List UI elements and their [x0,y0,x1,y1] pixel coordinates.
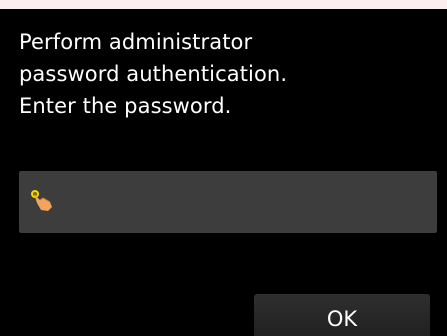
instruction-line-2: password authentication. [19,62,288,86]
ok-button[interactable]: OK [254,294,430,336]
password-input[interactable] [19,171,437,233]
instruction-line-1: Perform administrator [19,30,253,54]
instruction-message: Perform administrator password authentic… [19,26,429,122]
tap-finger-icon [31,190,52,211]
admin-password-screen: Perform administrator password authentic… [0,9,447,336]
instruction-line-3: Enter the password. [19,94,232,118]
